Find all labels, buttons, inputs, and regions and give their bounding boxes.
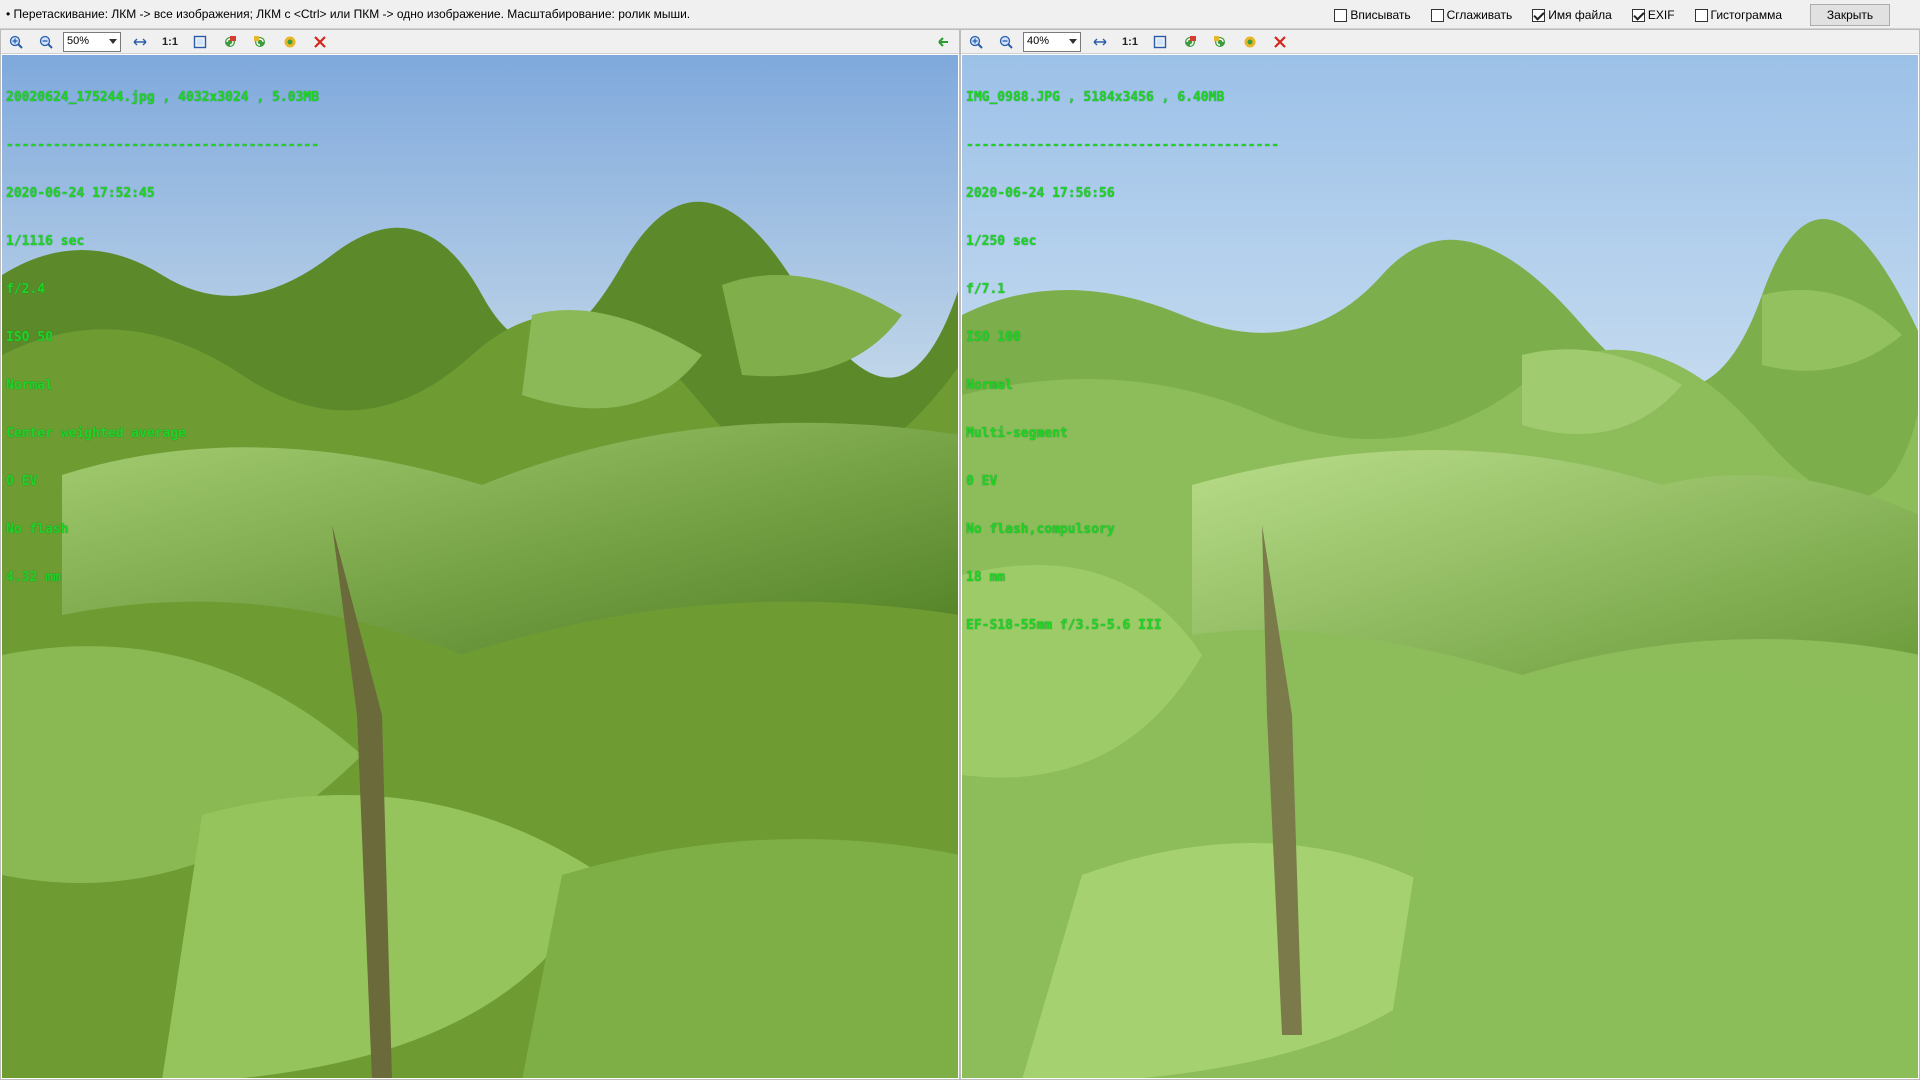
zoom-select[interactable]: 40% <box>1023 32 1081 52</box>
top-bar: • Перетаскивание: ЛКМ -> все изображения… <box>0 0 1920 29</box>
rotate-left-icon[interactable] <box>221 33 239 51</box>
left-exif-iso: ISO 50 <box>6 330 53 345</box>
close-image-icon[interactable] <box>311 33 329 51</box>
option-filename[interactable]: Имя файла <box>1532 8 1612 22</box>
option-fit[interactable]: Вписывать <box>1334 8 1411 22</box>
fit-width-icon[interactable] <box>131 33 149 51</box>
right-exif-iso: ISO 100 <box>966 330 1021 345</box>
left-file-header: 20020624_175244.jpg , 4032x3024 , 5.03MB <box>6 90 320 105</box>
zoom-in-icon[interactable] <box>967 33 985 51</box>
right-exif-aperture: f/7.1 <box>966 282 1006 297</box>
right-image-pane: 40% 1:1 IMG_0988.JPG , 5184x3456 , 6.40M… <box>960 29 1920 1080</box>
sync-arrow-icon[interactable] <box>934 33 952 51</box>
actual-size-button[interactable]: 1:1 <box>1121 33 1139 51</box>
left-exif-ev: 0 EV <box>6 474 38 489</box>
left-exif-mode: Normal <box>6 378 53 393</box>
right-exif-metering: Multi-segment <box>966 426 1068 441</box>
fit-window-icon[interactable] <box>191 33 209 51</box>
usage-hint: • Перетаскивание: ЛКМ -> все изображения… <box>6 7 691 21</box>
rotate-left-icon[interactable] <box>1181 33 1199 51</box>
right-file-header: IMG_0988.JPG , 5184x3456 , 6.40MB <box>966 90 1225 105</box>
close-button[interactable]: Закрыть <box>1810 4 1890 26</box>
option-exif[interactable]: EXIF <box>1631 8 1675 22</box>
smooth-checkbox[interactable] <box>1430 8 1444 22</box>
right-exif-date: 2020-06-24 17:56:56 <box>966 186 1115 201</box>
options-bar: Вписывать Сглаживать Имя файла EXIF Гист… <box>1314 4 1890 26</box>
zoom-out-icon[interactable] <box>37 33 55 51</box>
rotate-right-icon[interactable] <box>1211 33 1229 51</box>
left-exif-flash: No flash <box>6 522 69 537</box>
left-exif-aperture: f/2.4 <box>6 282 46 297</box>
left-exif-overlay: 20020624_175244.jpg , 4032x3024 , 5.03MB… <box>6 58 319 618</box>
rotate-right-icon[interactable] <box>251 33 269 51</box>
right-exif-mode: Normal <box>966 378 1013 393</box>
close-image-icon[interactable] <box>1271 33 1289 51</box>
left-toolbar: 50% 1:1 <box>1 30 959 54</box>
right-exif-shutter: 1/250 sec <box>966 234 1037 249</box>
right-exif-lens: EF-S18-55mm f/3.5-5.6 III <box>966 618 1162 633</box>
filename-checkbox[interactable] <box>1532 8 1546 22</box>
fit-checkbox[interactable] <box>1334 8 1348 22</box>
option-histogram[interactable]: Гистограмма <box>1694 8 1782 22</box>
right-exif-focal: 18 mm <box>966 570 1006 585</box>
right-toolbar: 40% 1:1 <box>961 30 1919 54</box>
zoom-in-icon[interactable] <box>7 33 25 51</box>
fit-window-icon[interactable] <box>1151 33 1169 51</box>
fit-width-icon[interactable] <box>1091 33 1109 51</box>
zoom-out-icon[interactable] <box>997 33 1015 51</box>
zoom-select[interactable]: 50% <box>63 32 121 52</box>
histogram-checkbox[interactable] <box>1694 8 1708 22</box>
right-photo[interactable]: IMG_0988.JPG , 5184x3456 , 6.40MB ------… <box>962 55 1918 1078</box>
flip-icon[interactable] <box>1241 33 1259 51</box>
right-exif-flash: No flash,compulsory <box>966 522 1115 537</box>
left-separator: ---------------------------------------- <box>6 138 320 153</box>
flip-icon[interactable] <box>281 33 299 51</box>
left-photo[interactable]: 20020624_175244.jpg , 4032x3024 , 5.03MB… <box>2 55 958 1078</box>
left-exif-shutter: 1/1116 sec <box>6 234 85 249</box>
actual-size-button[interactable]: 1:1 <box>161 33 179 51</box>
right-exif-overlay: IMG_0988.JPG , 5184x3456 , 6.40MB ------… <box>966 58 1279 666</box>
right-separator: ---------------------------------------- <box>966 138 1280 153</box>
option-smooth[interactable]: Сглаживать <box>1430 8 1512 22</box>
exif-checkbox[interactable] <box>1631 8 1645 22</box>
left-exif-metering: Center weighted average <box>6 426 187 441</box>
right-exif-ev: 0 EV <box>966 474 998 489</box>
left-image-pane: 50% 1:1 20020624_175244.jpg , 4032x3024 … <box>0 29 960 1080</box>
left-exif-focal: 4.32 mm <box>6 570 61 585</box>
left-exif-date: 2020-06-24 17:52:45 <box>6 186 155 201</box>
